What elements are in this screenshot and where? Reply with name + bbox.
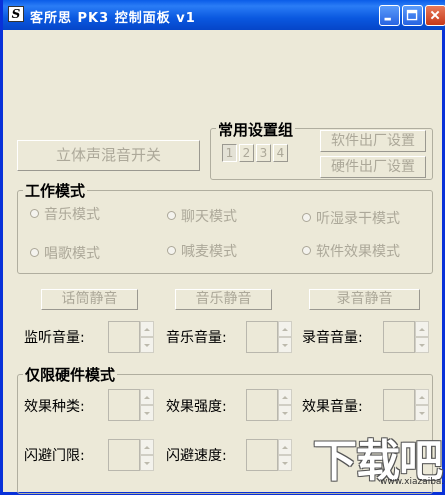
monitor-volume-label: 监听音量:: [24, 330, 85, 346]
music-volume-label: 音乐音量:: [166, 330, 227, 346]
radio-circle: [30, 208, 39, 218]
arrow-down-icon: [144, 462, 150, 465]
minimize-button[interactable]: [379, 5, 400, 26]
spinner-down-button[interactable]: [278, 337, 292, 353]
spinner-value-box[interactable]: [108, 439, 140, 471]
radio-circle: [30, 247, 39, 257]
maximize-icon: [406, 9, 418, 21]
spinner-value-box[interactable]: [108, 321, 140, 353]
spinner-down-button[interactable]: [140, 337, 154, 353]
spinner-up-button[interactable]: [140, 321, 154, 337]
spinner-up-button[interactable]: [278, 439, 292, 455]
duck-threshold-label: 闪避门限:: [24, 448, 85, 464]
spinner-value-box[interactable]: [246, 389, 278, 421]
arrow-up-icon: [282, 446, 288, 449]
preset-group-title: 常用设置组: [216, 119, 296, 140]
arrow-up-icon: [144, 446, 150, 449]
spinner-down-button[interactable]: [415, 337, 429, 353]
arrow-up-icon: [419, 396, 425, 399]
arrow-up-icon: [282, 328, 288, 331]
arrow-down-icon: [144, 412, 150, 415]
radio-singing-mode[interactable]: 唱歌模式: [30, 243, 100, 263]
hardware-reset-button[interactable]: 硬件出厂设置: [320, 156, 426, 178]
record-volume-label: 录音音量:: [302, 330, 363, 346]
preset-3-button[interactable]: 3: [256, 144, 271, 162]
arrow-down-icon: [282, 412, 288, 415]
radio-music-mode[interactable]: 音乐模式: [30, 204, 100, 224]
spinner-up-button[interactable]: [140, 389, 154, 405]
radio-circle: [167, 210, 176, 220]
spinner-down-button[interactable]: [415, 405, 429, 421]
hardware-only-title: 仅限硬件模式: [23, 364, 118, 385]
work-mode-title: 工作模式: [23, 180, 88, 201]
radio-circle: [302, 245, 311, 255]
app-script-icon[interactable]: S: [8, 6, 24, 22]
duck-speed-spinner[interactable]: [246, 439, 292, 471]
spinner-up-button[interactable]: [415, 321, 429, 337]
radio-circle: [167, 245, 176, 255]
arrow-down-icon: [144, 344, 150, 347]
spinner-up-button[interactable]: [415, 389, 429, 405]
spinner-down-button[interactable]: [278, 455, 292, 471]
arrow-up-icon: [419, 328, 425, 331]
software-reset-button[interactable]: 软件出厂设置: [320, 130, 426, 152]
title-bar[interactable]: S 客所思 PK3 控制面板 v1: [3, 0, 445, 30]
music-mute-button[interactable]: 音乐静音: [175, 289, 272, 310]
spinner-value-box[interactable]: [383, 321, 415, 353]
monitor-volume-spinner[interactable]: [108, 321, 154, 353]
spinner-down-button[interactable]: [278, 405, 292, 421]
spinner-value-box[interactable]: [246, 321, 278, 353]
preset-4-button[interactable]: 4: [273, 144, 288, 162]
record-mute-button[interactable]: 录音静音: [309, 289, 420, 310]
spinner-down-button[interactable]: [140, 455, 154, 471]
spinner-up-button[interactable]: [278, 389, 292, 405]
radio-wet-dry-mode[interactable]: 听湿录干模式: [302, 208, 400, 228]
music-volume-spinner[interactable]: [246, 321, 292, 353]
spinner-up-button[interactable]: [140, 439, 154, 455]
close-button[interactable]: [425, 5, 445, 26]
mic-mute-button[interactable]: 话筒静音: [41, 289, 138, 310]
arrow-down-icon: [282, 344, 288, 347]
radio-shout-mode[interactable]: 喊麦模式: [167, 241, 237, 261]
preset-2-button[interactable]: 2: [239, 144, 254, 162]
duck-threshold-spinner[interactable]: [108, 439, 154, 471]
spinner-value-box[interactable]: [383, 389, 415, 421]
arrow-down-icon: [419, 412, 425, 415]
watermark-url: www.xiazaiba.com: [380, 477, 445, 487]
minimize-icon: [384, 17, 391, 21]
site-watermark: 下载吧 www.xiazaiba.com: [308, 425, 445, 492]
record-volume-spinner[interactable]: [383, 321, 429, 353]
effect-volume-spinner[interactable]: [383, 389, 429, 421]
window-title: 客所思 PK3 控制面板 v1: [30, 11, 196, 26]
arrow-up-icon: [282, 396, 288, 399]
spinner-value-box[interactable]: [108, 389, 140, 421]
spinner-up-button[interactable]: [278, 321, 292, 337]
close-icon: [430, 10, 440, 20]
arrow-up-icon: [144, 328, 150, 331]
spinner-down-button[interactable]: [140, 405, 154, 421]
main-window: S 客所思 PK3 控制面板 v1 立体声混音开关 常用设置组 1 2 3 4 …: [0, 0, 445, 495]
duck-speed-label: 闪避速度:: [166, 448, 227, 464]
radio-chat-mode[interactable]: 聊天模式: [167, 206, 237, 226]
radio-software-effect-mode[interactable]: 软件效果模式: [302, 241, 400, 261]
radio-circle: [302, 212, 311, 222]
effect-strength-label: 效果强度:: [166, 399, 227, 415]
maximize-button[interactable]: [402, 5, 423, 26]
spinner-value-box[interactable]: [246, 439, 278, 471]
preset-1-button[interactable]: 1: [222, 144, 237, 162]
effect-type-label: 效果种类:: [24, 399, 85, 415]
effect-type-spinner[interactable]: [108, 389, 154, 421]
arrow-down-icon: [419, 344, 425, 347]
arrow-up-icon: [144, 396, 150, 399]
effect-strength-spinner[interactable]: [246, 389, 292, 421]
stereo-mix-toggle-button[interactable]: 立体声混音开关: [17, 140, 200, 171]
effect-volume-label: 效果音量:: [302, 399, 363, 415]
arrow-down-icon: [282, 462, 288, 465]
